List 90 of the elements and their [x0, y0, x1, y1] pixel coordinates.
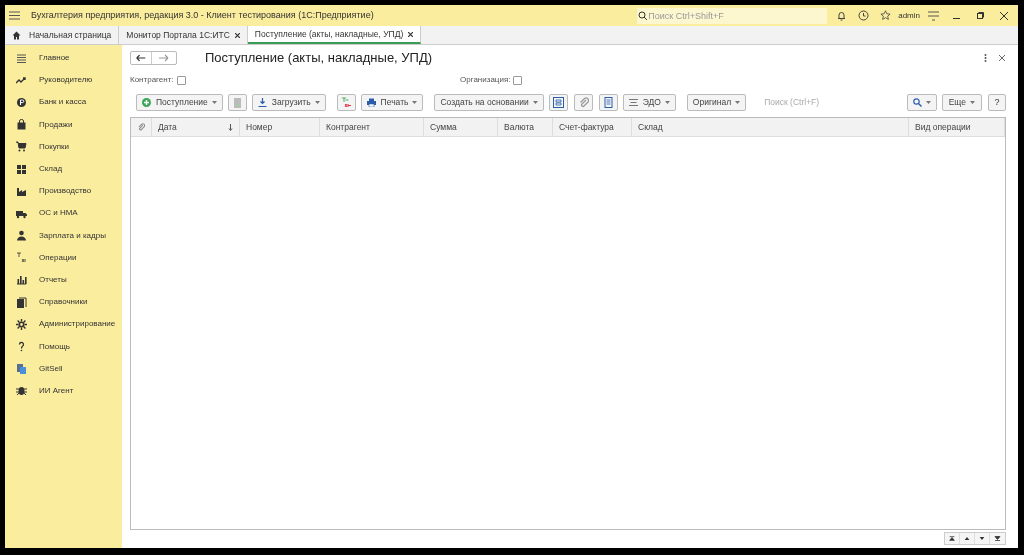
structure-icon	[552, 97, 564, 108]
column-header[interactable]: Дата	[152, 118, 240, 136]
checkbox[interactable]	[176, 75, 186, 85]
more-vertical-icon[interactable]	[984, 54, 987, 62]
sidebar-item[interactable]: Руководителю	[5, 69, 122, 92]
filter-label: Контрагент:	[130, 74, 174, 86]
sidebar-item[interactable]: Операции	[5, 246, 122, 269]
document-lines-icon	[628, 98, 638, 107]
bell-icon[interactable]	[836, 10, 848, 21]
sidebar-item[interactable]: Банк и касса	[5, 91, 122, 114]
toolbar-button[interactable]	[548, 94, 568, 111]
window-title: Бухгалтерия предприятия, редакция 3.0 - Клиент тестирования (1С:Предприятие)	[31, 8, 374, 22]
sidebar-item[interactable]: Зарплата и кадры	[5, 224, 122, 247]
close-icon[interactable]	[1000, 11, 1008, 20]
toolbar-button[interactable]: Поступление	[136, 94, 223, 111]
checkbox[interactable]	[513, 75, 523, 85]
toolbar-button[interactable]: Создать на основании	[434, 94, 544, 111]
sidebar-item[interactable]: Продажи	[5, 113, 122, 136]
factory-icon	[16, 185, 27, 197]
printer-icon	[366, 98, 376, 107]
toolbar-button[interactable]: Оригинал	[686, 94, 747, 111]
caret-icon	[664, 101, 670, 104]
column-header[interactable]: Склад	[632, 118, 909, 136]
paperclip-icon	[137, 123, 145, 131]
close-icon[interactable]	[408, 31, 414, 37]
star-icon[interactable]	[880, 10, 892, 21]
tab[interactable]: Поступление (акты, накладные, УПД)	[247, 26, 422, 44]
caret-icon	[925, 101, 931, 104]
trend-icon	[16, 74, 27, 86]
sidebar-item[interactable]: Помощь	[5, 335, 122, 358]
list-icon	[602, 97, 614, 108]
column-header[interactable]: Счет-фактура	[553, 118, 632, 136]
list-icon	[16, 52, 27, 64]
caret-icon	[735, 101, 741, 104]
caret-icon	[532, 101, 538, 104]
menu-icon[interactable]	[9, 11, 20, 20]
sidebar-item[interactable]: Отчеты	[5, 268, 122, 292]
toolbar-button[interactable]	[336, 94, 356, 111]
sidebar-item[interactable]: Главное	[5, 47, 122, 70]
form-title: Поступление (акты, накладные, УПД)	[205, 49, 433, 68]
gear-icon	[16, 318, 27, 330]
home-icon	[12, 30, 21, 40]
filter-label: Организация:	[460, 74, 511, 86]
search-icon	[637, 7, 649, 24]
column-header[interactable]: Валюта	[498, 118, 553, 136]
question-icon	[16, 341, 27, 353]
toolbar-button[interactable]: Печать	[360, 94, 424, 111]
caret-icon	[412, 101, 418, 104]
search-icon	[912, 98, 922, 107]
history-icon[interactable]	[858, 10, 870, 21]
sidebar-item[interactable]: Производство	[5, 180, 122, 203]
grid-icon	[16, 163, 27, 175]
help-button[interactable]: ?	[988, 94, 1006, 111]
close-icon[interactable]	[234, 32, 240, 38]
toolbar-button[interactable]: ЭДО	[622, 94, 676, 111]
person-icon	[16, 230, 27, 242]
sort-arrow-icon	[228, 123, 233, 131]
search-field[interactable]: Поиск (Ctrl+F)	[764, 96, 875, 109]
plus-circle-icon	[142, 98, 151, 107]
restore-icon[interactable]	[977, 12, 984, 19]
books-icon	[16, 296, 27, 308]
search-field[interactable]: Поиск Ctrl+Shift+F	[648, 7, 828, 24]
cart-icon	[16, 141, 27, 153]
bug-icon	[16, 385, 27, 397]
sidebar-item[interactable]: Покупки	[5, 135, 122, 158]
download-icon	[257, 98, 267, 107]
toolbar-button[interactable]: Загрузить	[251, 94, 326, 111]
column-header[interactable]: Номер	[240, 118, 320, 136]
toolbar-button[interactable]	[573, 94, 593, 111]
column-header[interactable]: Контрагент	[320, 118, 424, 136]
toolbar-button[interactable]	[598, 94, 618, 111]
sidebar-item[interactable]: GitSell	[5, 357, 122, 380]
sidebar-item[interactable]: Склад	[5, 157, 122, 181]
user-name[interactable]: admin	[898, 9, 920, 22]
bar-chart-icon	[16, 274, 27, 286]
sidebar-item[interactable]: ОС и НМА	[5, 202, 122, 225]
caret-icon	[970, 101, 975, 104]
more-button[interactable]: Еще	[941, 94, 982, 111]
coin-icon	[16, 96, 27, 108]
document-icon	[231, 97, 243, 108]
column-header[interactable]: Сумма	[424, 118, 498, 136]
caret-icon	[314, 101, 320, 104]
document-icon	[16, 363, 27, 375]
sidebar-item[interactable]: ИИ Агент	[5, 379, 122, 402]
caret-icon	[211, 101, 217, 104]
close-icon[interactable]	[999, 55, 1005, 61]
search-button[interactable]	[906, 94, 937, 111]
sidebar-item[interactable]: Администрирование	[5, 313, 122, 336]
sidebar-item[interactable]: Справочники	[5, 291, 122, 314]
column-header[interactable]: Вид операции	[909, 118, 1005, 136]
